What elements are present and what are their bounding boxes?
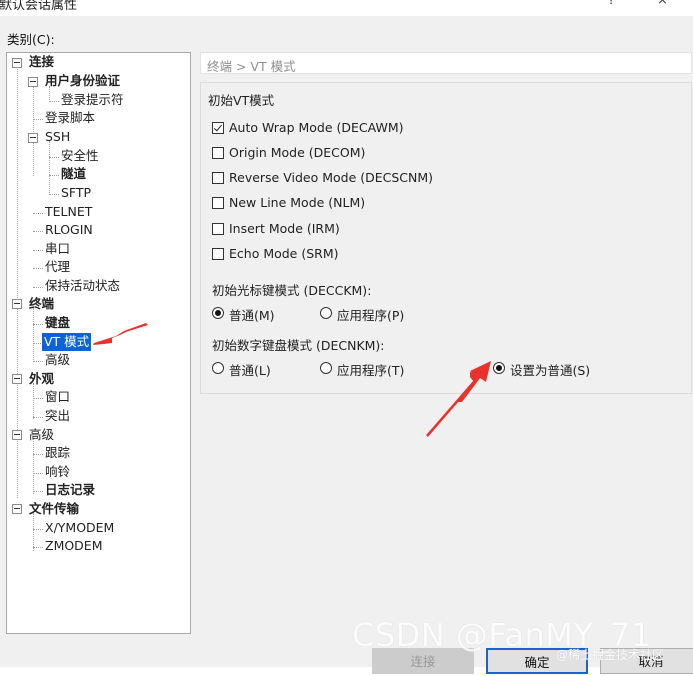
radio-label[interactable]: 设置为普通(S) [510,360,590,379]
checkbox-box[interactable] [212,197,224,209]
radio-button[interactable] [493,362,505,374]
tree-item-user-auth[interactable]: 用户身份验证 [43,72,122,90]
tree-item-rlogin[interactable]: RLOGIN [43,221,95,239]
category-tree[interactable]: 连接 用户身份验证 登录提示符 登录脚本 SSH 安全性 隧道 SFTP TEL… [6,52,191,634]
radio-label[interactable]: 普通(M) [229,305,275,324]
tree-line [33,119,43,120]
tree-item-xymodem[interactable]: X/YMODEM [43,519,116,537]
tree-item-tunneling[interactable]: 隧道 [59,165,88,183]
tree-line [33,529,43,530]
tree-item-bell[interactable]: 响铃 [43,463,72,481]
tree-line [33,268,43,269]
tree-item-logging[interactable]: 日志记录 [43,481,97,499]
collapse-icon[interactable] [28,133,38,143]
tree-line [33,383,34,419]
keypad-mode-label: 初始数字键盘模式 (DECNKM): [212,338,385,353]
tree-item-window[interactable]: 窗口 [43,388,72,406]
tree-item-keep-alive[interactable]: 保持活动状态 [43,277,122,295]
checkbox-label[interactable]: New Line Mode (NLM) [229,195,365,210]
tree-item-serial[interactable]: 串口 [43,240,72,258]
radio-button[interactable] [320,307,332,319]
tree-item-highlight[interactable]: 突出 [43,407,72,425]
collapse-icon[interactable] [12,299,22,309]
tree-item-trace[interactable]: 跟踪 [43,444,72,462]
collapse-icon[interactable] [28,77,38,87]
initial-vt-mode-title: 初始VT模式 [208,93,275,108]
tree-line [33,308,34,362]
cursor-key-mode-label: 初始光标键模式 (DECCKM): [212,283,372,298]
tree-item-vt-mode[interactable]: VT 模式 [42,333,92,351]
collapse-icon[interactable] [12,58,22,68]
tree-line [33,491,43,492]
tree-line [33,473,43,474]
checkbox-box[interactable] [212,147,224,159]
radio-button[interactable] [212,362,224,374]
tree-item-telnet[interactable]: TELNET [43,203,94,221]
tree-line [33,513,34,551]
collapse-icon[interactable] [12,374,22,384]
tree-line [49,141,50,193]
tree-line [33,250,43,251]
checkbox-label[interactable]: Reverse Video Mode (DECSCNM) [229,170,433,185]
breadcrumb: 终端 > VT 模式 [200,52,692,74]
tree-item-login-script[interactable]: 登录脚本 [43,109,97,127]
tree-item-terminal[interactable]: 终端 [27,295,56,313]
collapse-icon[interactable] [12,430,22,440]
tree-line [49,101,59,102]
tree-item-zmodem[interactable]: ZMODEM [43,537,105,555]
radio-button[interactable] [320,362,332,374]
tree-line [33,231,43,232]
tree-line [33,547,43,548]
tree-line [33,417,43,418]
tree-line [17,308,18,498]
title-bar: 默认会话属性 ? × [0,0,693,16]
tree-item-connection[interactable]: 连接 [27,53,56,71]
tree-item-appearance[interactable]: 外观 [27,370,56,388]
tree-line [49,157,59,158]
checkbox-box[interactable] [212,172,224,184]
checkbox-box[interactable] [212,223,224,235]
tree-line [33,213,43,214]
checkbox-label[interactable]: Insert Mode (IRM) [229,221,340,236]
tree-item-file-transfer[interactable]: 文件传输 [27,500,81,518]
tree-line [33,86,34,176]
help-button[interactable]: ? [608,0,615,8]
tree-line [33,324,43,325]
tree-item-security[interactable]: 安全性 [59,147,101,165]
tree-item-login-prompts[interactable]: 登录提示符 [59,91,126,109]
collapse-icon[interactable] [12,504,22,514]
breadcrumb-text: 终端 > VT 模式 [207,59,296,74]
tree-line [49,194,59,195]
radio-label[interactable]: 应用程序(T) [337,360,404,379]
tree-line [33,454,43,455]
tree-item-sftp[interactable]: SFTP [59,184,93,202]
checkbox-box[interactable] [212,248,224,260]
checkbox-label[interactable]: Origin Mode (DECOM) [229,145,365,160]
checkbox-label[interactable]: Echo Mode (SRM) [229,246,339,261]
tree-item-advanced[interactable]: 高级 [27,426,56,444]
checkbox-label[interactable]: Auto Wrap Mode (DECAWM) [229,120,404,135]
window-title: 默认会话属性 [0,0,78,13]
checkbox-box[interactable] [212,122,224,134]
tree-item-ssh[interactable]: SSH [43,128,72,146]
watermark-juejin: @稀土掘金技术社区 [556,648,665,662]
category-label: 类别(C): [7,32,55,47]
tree-line [33,398,43,399]
tree-item-terminal-advanced[interactable]: 高级 [43,351,72,369]
tree-item-proxy[interactable]: 代理 [43,258,72,276]
tree-line [33,439,34,494]
tree-item-keyboard[interactable]: 键盘 [43,314,72,332]
close-button[interactable]: × [657,0,668,8]
tree-line [33,361,43,362]
tree-line [17,67,18,302]
radio-label[interactable]: 普通(L) [229,360,271,379]
radio-label[interactable]: 应用程序(P) [337,305,404,324]
radio-button[interactable] [212,307,224,319]
tree-line [33,287,43,288]
tree-line [49,175,59,176]
